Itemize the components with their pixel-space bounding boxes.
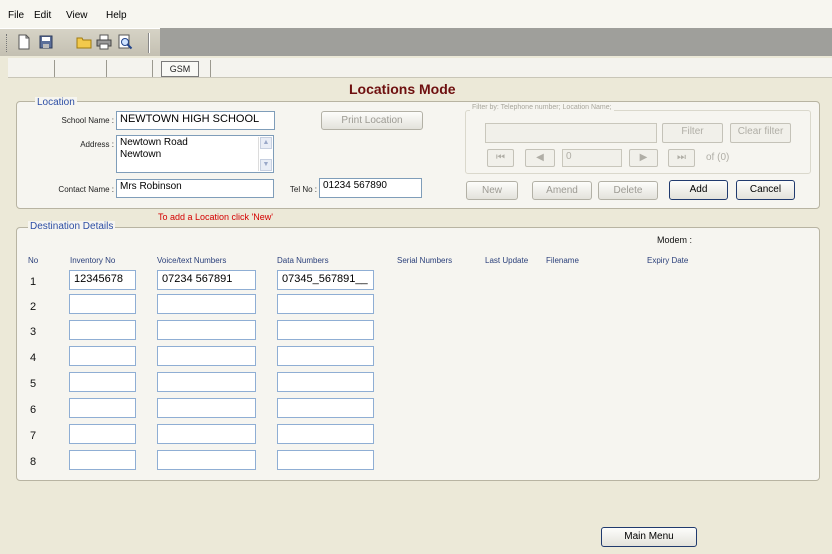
data-number-field[interactable]	[277, 320, 374, 340]
inventory-field[interactable]	[69, 398, 136, 418]
row-number: 1	[30, 276, 37, 288]
filter-input[interactable]	[485, 123, 657, 143]
delete-button[interactable]: Delete	[598, 181, 658, 200]
menu-edit[interactable]: Edit	[34, 10, 51, 21]
new-button[interactable]: New	[466, 181, 518, 200]
last-record-icon[interactable]: ⏭	[668, 149, 695, 167]
toolbar-separator	[148, 33, 150, 53]
tel-no-label: Tel No :	[289, 185, 317, 194]
page-title: Locations Mode	[349, 81, 456, 97]
cancel-button[interactable]: Cancel	[736, 180, 795, 200]
contact-name-label: Contact Name :	[58, 185, 114, 194]
col-header-no: No	[28, 256, 39, 265]
data-number-field[interactable]	[277, 294, 374, 314]
voice-number-field[interactable]: 07234 567891	[157, 270, 256, 290]
add-button[interactable]: Add	[669, 180, 728, 200]
new-document-icon[interactable]	[16, 34, 32, 50]
inventory-field[interactable]: 12345678	[69, 270, 136, 290]
address-label: Address :	[80, 140, 114, 149]
col-header-serial: Serial Numbers	[397, 256, 453, 265]
row-number: 6	[30, 404, 37, 416]
voice-number-field[interactable]	[157, 320, 256, 340]
data-number-field[interactable]	[277, 450, 374, 470]
print-location-button[interactable]: Print Location	[321, 111, 423, 130]
filter-button[interactable]: Filter	[662, 123, 723, 143]
tab-gsm[interactable]: GSM	[161, 61, 199, 77]
inventory-field[interactable]	[69, 346, 136, 366]
record-count: of (0)	[706, 152, 730, 163]
inventory-field[interactable]	[69, 294, 136, 314]
row-number: 7	[30, 430, 37, 442]
next-record-icon[interactable]: ▶	[629, 149, 658, 167]
tab-divider	[210, 60, 211, 77]
inventory-field[interactable]	[69, 320, 136, 340]
row-number: 4	[30, 352, 37, 364]
voice-number-field[interactable]	[157, 346, 256, 366]
col-header-data: Data Numbers	[277, 256, 329, 265]
data-number-field[interactable]	[277, 398, 374, 418]
voice-number-field[interactable]	[157, 424, 256, 444]
data-number-field[interactable]	[277, 372, 374, 392]
scroll-up-icon[interactable]: ▲	[260, 137, 272, 149]
menu-view[interactable]: View	[66, 10, 88, 21]
open-folder-icon[interactable]	[76, 34, 92, 50]
col-header-filename: Filename	[546, 256, 579, 265]
school-name-label: School Name :	[61, 116, 114, 125]
inventory-field[interactable]	[69, 424, 136, 444]
clear-filter-button[interactable]: Clear filter	[730, 123, 791, 143]
col-header-voice: Voice/text Numbers	[157, 256, 227, 265]
main-menu-button[interactable]: Main Menu	[601, 527, 697, 547]
address-field[interactable]: Newtown Road Newtown	[116, 135, 274, 173]
hint-text: To add a Location click 'New'	[158, 212, 273, 222]
tab-strip	[8, 58, 832, 78]
row-number: 8	[30, 456, 37, 468]
tel-no-field[interactable]: 01234 567890	[319, 178, 422, 198]
row-number: 2	[30, 301, 37, 313]
data-number-field[interactable]: 07345_567891__	[277, 270, 374, 290]
address-scrollbar[interactable]: ▲ ▼	[258, 137, 272, 171]
col-header-expiry: Expiry Date	[647, 256, 689, 265]
row-number: 5	[30, 378, 37, 390]
filter-legend: Filter by: Telephone number; Location Na…	[470, 104, 614, 111]
col-header-last-update: Last Update	[485, 256, 529, 265]
tab-divider	[54, 60, 55, 77]
contact-name-field[interactable]: Mrs Robinson	[116, 179, 274, 198]
col-header-inventory: Inventory No	[70, 256, 116, 265]
toolbar-grip[interactable]	[6, 34, 9, 52]
scroll-down-icon[interactable]: ▼	[260, 159, 272, 171]
first-record-icon[interactable]: ⏮	[487, 149, 514, 167]
menu-file[interactable]: File	[8, 10, 24, 21]
print-preview-icon[interactable]	[117, 34, 133, 50]
destination-panel	[16, 227, 820, 481]
amend-button[interactable]: Amend	[532, 181, 592, 200]
data-number-field[interactable]	[277, 346, 374, 366]
previous-record-icon[interactable]: ◀	[525, 149, 555, 167]
tab-divider	[106, 60, 107, 77]
record-number-field[interactable]: 0	[562, 149, 622, 167]
voice-number-field[interactable]	[157, 294, 256, 314]
voice-number-field[interactable]	[157, 372, 256, 392]
voice-number-field[interactable]	[157, 398, 256, 418]
menu-bar: File Edit View Help	[0, 0, 832, 28]
voice-number-field[interactable]	[157, 450, 256, 470]
save-icon[interactable]	[38, 34, 54, 50]
destination-legend: Destination Details	[28, 221, 116, 232]
data-number-field[interactable]	[277, 424, 374, 444]
location-legend: Location	[35, 97, 77, 108]
modem-label: Modem :	[657, 235, 693, 245]
menu-help[interactable]: Help	[106, 10, 127, 21]
inventory-field[interactable]	[69, 372, 136, 392]
toolbar-background	[160, 28, 832, 56]
inventory-field[interactable]	[69, 450, 136, 470]
print-icon[interactable]	[96, 34, 112, 50]
row-number: 3	[30, 326, 37, 338]
school-name-field[interactable]: NEWTOWN HIGH SCHOOL	[116, 111, 275, 130]
tab-divider	[152, 60, 153, 77]
